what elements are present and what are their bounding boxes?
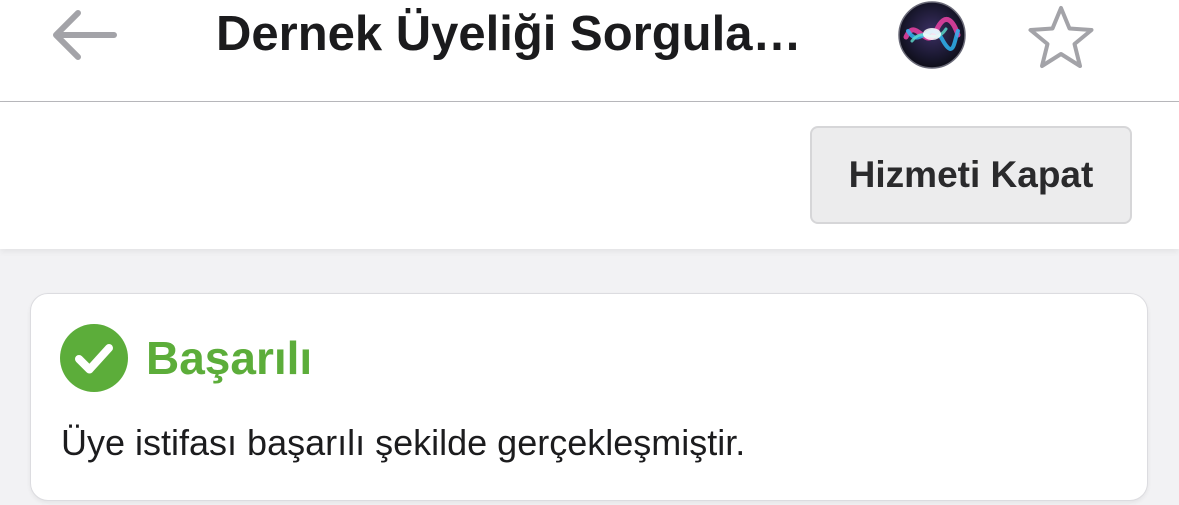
navigation-bar: Dernek Üyeliği Sorgula… xyxy=(0,0,1179,102)
back-button[interactable] xyxy=(44,4,120,64)
status-title: Başarılı xyxy=(146,332,313,384)
arrow-left-icon xyxy=(53,10,117,60)
siri-icon xyxy=(898,1,966,69)
star-outline-icon xyxy=(1028,6,1094,68)
favorite-button[interactable] xyxy=(1026,4,1096,70)
close-service-button[interactable]: Hizmeti Kapat xyxy=(810,126,1132,224)
page-title: Dernek Üyeliği Sorgula… xyxy=(216,7,802,61)
result-card: Başarılı Üye istifası başarılı şekilde g… xyxy=(30,293,1148,501)
check-circle-icon xyxy=(60,324,128,392)
status-message: Üye istifası başarılı şekilde gerçekleşm… xyxy=(61,422,746,463)
action-bar: Hizmeti Kapat xyxy=(0,102,1179,249)
siri-button[interactable] xyxy=(896,1,968,69)
